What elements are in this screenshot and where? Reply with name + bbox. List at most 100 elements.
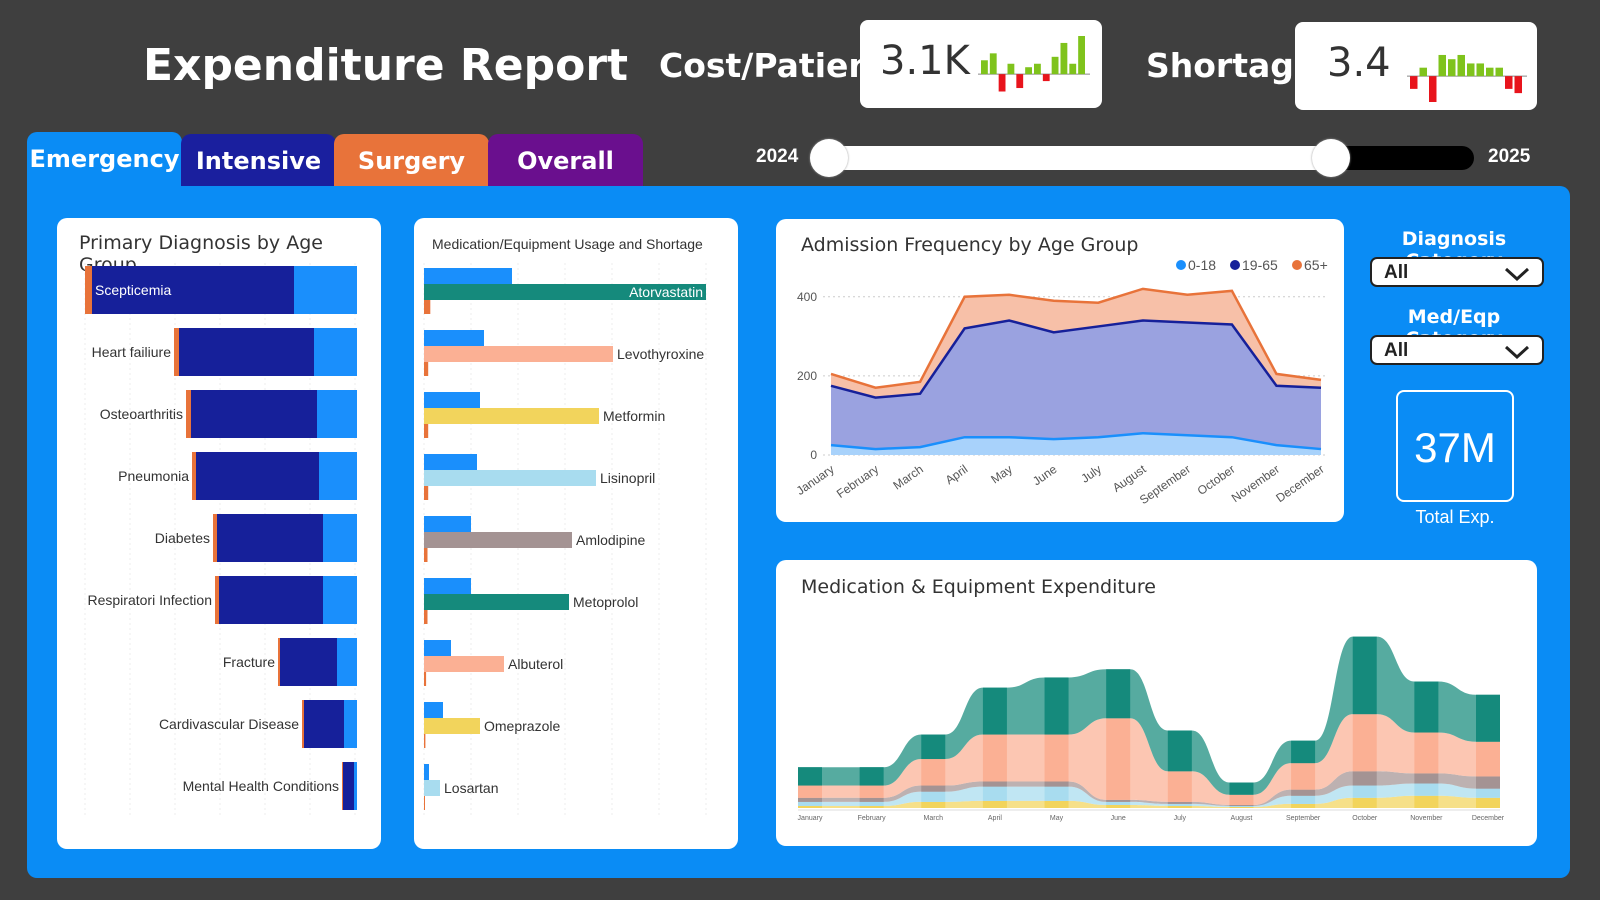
sparkline-bar	[1060, 42, 1068, 75]
slider-start-year: 2024	[756, 146, 799, 167]
tab-intensive[interactable]: Intensive	[181, 134, 336, 186]
kpi-shortage-value: 3.4	[1327, 40, 1391, 86]
usage-bar	[424, 702, 443, 718]
tab-emergency[interactable]: Emergency	[27, 132, 182, 188]
month-label: March	[924, 815, 944, 822]
medication-label: Atorvastatin	[629, 284, 703, 300]
expenditure-column-segment	[798, 801, 822, 806]
kpi-cost-label: Cost/Patient	[659, 46, 888, 85]
legend-label: 0-18	[1188, 257, 1216, 273]
diagnosis-bar-0-18	[354, 762, 357, 810]
sparkline-bar	[1467, 63, 1475, 77]
shortage-sparkline	[1407, 54, 1527, 102]
expenditure-column-segment	[982, 800, 1007, 808]
report-title: Expenditure Report	[143, 40, 629, 91]
sparkline-bar	[1429, 76, 1437, 102]
sparkline-bar	[1069, 63, 1077, 75]
kpi-cost-card: 3.1K	[860, 20, 1102, 108]
expenditure-column-segment	[921, 759, 946, 786]
sparkline-bar	[1419, 67, 1427, 77]
medication-label: Amlodipine	[576, 532, 645, 548]
expenditure-column-segment	[1414, 773, 1439, 784]
expenditure-column-segment	[921, 734, 946, 760]
medication-bar	[424, 532, 572, 548]
medication-label: Albuterol	[508, 656, 563, 672]
medication-label: Levothyroxine	[617, 346, 704, 362]
diagnosis-label: Respiratori Infection	[87, 592, 212, 608]
tab-overall[interactable]: Overall	[488, 134, 643, 186]
sparkline-bar	[1051, 56, 1059, 75]
medication-label: Losartan	[444, 780, 498, 796]
medication-chart: Atorvastatin Levothyroxine Metformin Lisino…	[423, 263, 707, 818]
expenditure-column-segment	[921, 801, 946, 808]
diagnosis-panel: Primary Diagnosis by Age Group Scepticem…	[57, 218, 381, 849]
y-tick-label: 400	[797, 290, 817, 304]
slider-end-handle[interactable]	[1312, 139, 1350, 177]
expenditure-column-segment	[982, 781, 1007, 787]
y-tick-label: 200	[797, 369, 817, 383]
sparkline-bar	[1476, 63, 1484, 77]
expenditure-column-segment	[1167, 801, 1192, 804]
month-label: July	[1078, 462, 1104, 486]
shortage-bar	[424, 486, 429, 500]
expenditure-column-segment	[1106, 669, 1131, 719]
total-exp-card: 37M	[1396, 390, 1514, 502]
month-label: January	[798, 815, 823, 822]
month-label: December	[1273, 462, 1326, 505]
legend-dot	[1230, 260, 1240, 270]
medication-bar	[424, 718, 480, 734]
sparkline-bar	[1034, 63, 1041, 75]
expenditure-column-segment	[1291, 789, 1316, 796]
legend-label: 19-65	[1242, 257, 1278, 273]
sparkline-bar	[1007, 63, 1015, 75]
diagnosis-label: Heart failiure	[92, 344, 172, 360]
month-label: September	[1137, 462, 1193, 507]
diagnosis-label: Mental Health Conditions	[183, 778, 339, 794]
expenditure-column-segment	[1476, 694, 1500, 742]
admission-panel: Admission Frequency by Age Group 400 200 0…	[776, 219, 1344, 522]
medication-bar	[424, 470, 596, 486]
diagnosis-bar-0-18	[319, 452, 357, 500]
diagnosis-bar-19-65	[179, 328, 314, 376]
diagnosis-bar-0-18	[323, 514, 357, 562]
expenditure-column-segment	[1229, 804, 1254, 806]
month-label: November	[1410, 815, 1443, 822]
expenditure-column-segment	[982, 786, 1007, 801]
total-exp-label: Total Exp.	[1415, 507, 1495, 527]
month-label: December	[1472, 815, 1505, 822]
med-eqp-category-dropdown[interactable]: All	[1370, 335, 1544, 365]
tab-surgery[interactable]: Surgery	[334, 134, 489, 186]
kpi-shortage-card: 3.4	[1295, 22, 1537, 110]
diagnosis-bar-65plus	[192, 452, 196, 500]
shortage-bar	[424, 424, 429, 438]
diagnosis-bar-19-65	[191, 390, 317, 438]
expenditure-column-segment	[1229, 806, 1254, 808]
usage-bar	[424, 640, 451, 656]
expenditure-column-segment	[1044, 677, 1069, 735]
shortage-bar	[424, 672, 427, 686]
expenditure-column-segment	[1352, 797, 1377, 808]
medication-bar	[424, 346, 613, 362]
month-label: May	[1050, 815, 1064, 822]
expenditure-column-segment	[1291, 763, 1316, 790]
usage-bar	[424, 330, 484, 346]
slider-start-handle[interactable]	[810, 139, 848, 177]
month-label: September	[1286, 815, 1321, 822]
diagnosis-label: Cardivascular Disease	[159, 716, 299, 732]
sparkline-bar	[1078, 36, 1085, 75]
diagnosis-bar-0-18	[317, 390, 357, 438]
diagnosis-category-dropdown[interactable]: All	[1370, 257, 1544, 287]
legend-dot	[1292, 260, 1302, 270]
medication-label: Metformin	[603, 408, 665, 424]
diagnosis-category-value: All	[1384, 262, 1409, 283]
expenditure-column-segment	[859, 801, 884, 806]
month-label: August	[1231, 815, 1253, 822]
med-eqp-category-value: All	[1384, 340, 1409, 361]
sparkline-bar	[1457, 54, 1465, 77]
expenditure-column-segment	[1229, 805, 1254, 807]
month-label: February	[834, 462, 881, 501]
cost-sparkline	[978, 36, 1090, 92]
expenditure-column-segment	[1352, 785, 1377, 798]
expenditure-column-segment	[1106, 799, 1131, 802]
expenditure-column-segment	[1106, 718, 1131, 800]
